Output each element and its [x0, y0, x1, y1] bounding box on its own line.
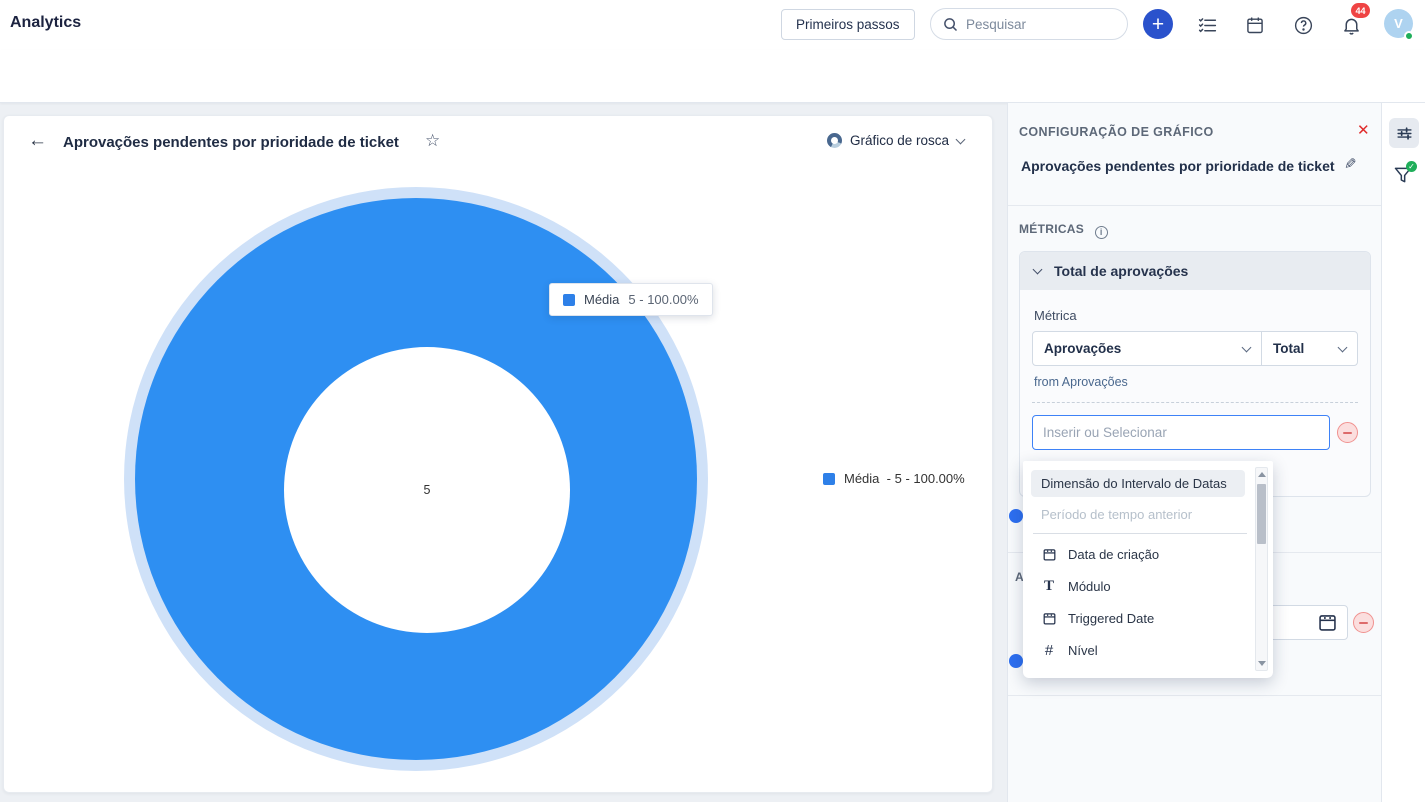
- scrollbar-thumb[interactable]: [1257, 484, 1266, 544]
- chevron-down-icon: [1241, 342, 1252, 352]
- chevron-down-icon: [1337, 342, 1348, 352]
- presence-status-dot: [1404, 31, 1414, 41]
- getting-started-button[interactable]: Primeiros passos: [781, 9, 915, 40]
- dropdown-item-label: Triggered Date: [1068, 610, 1155, 626]
- metric-aggregate-select[interactable]: Total: [1261, 331, 1358, 366]
- search-input[interactable]: [966, 16, 1096, 32]
- donut-selection-halo: 5: [124, 187, 708, 771]
- dropdown-item-nivel[interactable]: # Nível: [1023, 634, 1273, 666]
- tasks-icon[interactable]: [1195, 13, 1219, 37]
- dashed-divider: [1032, 402, 1358, 403]
- edit-pencil-icon[interactable]: ✎: [1344, 155, 1357, 173]
- chart-title: Aprovações pendentes por prioridade de t…: [63, 134, 399, 151]
- metric-field-label: Métrica: [1034, 308, 1077, 323]
- legend-value: - 5 - 100.00%: [886, 471, 965, 486]
- dropdown-scrollbar[interactable]: [1255, 467, 1268, 671]
- dropdown-item-label: Data de criação: [1068, 546, 1160, 562]
- collapse-chevron-icon: [1032, 264, 1043, 275]
- toolbar: Análises › Visão geral das aprovações Pr…: [0, 50, 1425, 144]
- dropdown-item-triggered-date[interactable]: Triggered Date: [1023, 602, 1273, 634]
- dimension-input[interactable]: [1032, 415, 1330, 450]
- add-metric-plus-icon[interactable]: [1009, 509, 1023, 523]
- remove-dimension-icon[interactable]: [1337, 422, 1358, 443]
- info-icon[interactable]: i: [1094, 225, 1108, 239]
- remove-field-icon[interactable]: [1353, 612, 1374, 633]
- dropdown-divider: [1033, 533, 1247, 534]
- chart-tooltip: Média 5 - 100.00%: [549, 283, 713, 316]
- text-icon: T: [1043, 577, 1054, 594]
- calendar-icon: [1317, 612, 1338, 633]
- number-icon: #: [1044, 641, 1054, 659]
- search-box[interactable]: [930, 8, 1128, 40]
- search-icon: [943, 17, 958, 32]
- metric-group-header[interactable]: Total de aprovações: [1020, 252, 1370, 290]
- app-title: Analytics: [10, 14, 82, 31]
- chart-card: ← Aprovações pendentes por prioridade de…: [3, 115, 993, 793]
- dimension-dropdown: Dimensão do Intervalo de Datas Período d…: [1023, 461, 1273, 678]
- chart-config-panel: CONFIGURAÇÃO DE GRÁFICO ✕ Aprovações pen…: [1007, 103, 1382, 802]
- dropdown-option-disabled: Período de tempo anterior: [1041, 507, 1193, 522]
- back-arrow-icon[interactable]: ←: [28, 130, 47, 152]
- metric-field-value: Aprovações: [1044, 341, 1122, 356]
- donut-center-value: 5: [423, 483, 431, 497]
- tooltip-series-swatch: [563, 293, 575, 306]
- top-header: Analytics Primeiros passos + 44 V: [0, 0, 1425, 50]
- config-panel-title: CONFIGURAÇÃO DE GRÁFICO: [1019, 125, 1214, 139]
- right-icon-rail: ✓: [1381, 103, 1425, 802]
- filter-applied-check-icon: ✓: [1406, 161, 1417, 172]
- favorite-star-icon[interactable]: ☆: [425, 131, 440, 151]
- create-new-button[interactable]: +: [1143, 9, 1173, 39]
- dropdown-item-data-de-criacao[interactable]: Data de criação: [1023, 538, 1273, 570]
- tooltip-series-label: Média: [584, 292, 620, 307]
- notification-count-badge: 44: [1351, 3, 1370, 18]
- calendar-icon: [1041, 610, 1057, 626]
- metric-field-select[interactable]: Aprovações: [1032, 331, 1262, 366]
- scroll-up-icon[interactable]: [1258, 472, 1266, 477]
- close-icon[interactable]: ✕: [1357, 121, 1370, 139]
- help-icon[interactable]: [1291, 13, 1315, 37]
- metric-group-title: Total de aprovações: [1054, 263, 1189, 279]
- chart-settings-sliders-icon[interactable]: [1389, 118, 1419, 148]
- metric-source-text: from Aprovações: [1034, 375, 1128, 389]
- scroll-down-icon[interactable]: [1258, 661, 1266, 666]
- metric-aggregate-value: Total: [1273, 341, 1305, 356]
- metrics-section-label: MÉTRICAS: [1019, 222, 1085, 236]
- calendar-icon: [1041, 546, 1057, 562]
- plus-icon: +: [1151, 12, 1165, 36]
- config-chart-name: Aprovações pendentes por prioridade de t…: [1021, 158, 1335, 174]
- dropdown-item-label: Nível: [1068, 642, 1098, 658]
- dropdown-option-highlighted[interactable]: Dimensão do Intervalo de Datas: [1031, 470, 1245, 497]
- chart-type-selector[interactable]: Gráfico de rosca: [826, 133, 966, 148]
- chart-type-label: Gráfico de rosca: [849, 133, 949, 148]
- add-field-plus-icon[interactable]: [1009, 654, 1023, 668]
- donut-chart-icon: [826, 133, 842, 148]
- section-divider: [1008, 695, 1382, 696]
- legend-series-label: Média: [844, 471, 880, 486]
- filter-funnel-icon[interactable]: ✓: [1393, 161, 1417, 187]
- legend-swatch: [823, 472, 835, 485]
- legend-item-media[interactable]: Média - 5 - 100.00%: [823, 471, 965, 486]
- tooltip-value: 5 - 100.00%: [628, 292, 699, 307]
- chevron-down-icon: [955, 134, 966, 144]
- donut-hole: 5: [284, 347, 570, 633]
- dropdown-item-label: Módulo: [1068, 578, 1111, 594]
- calendar-icon[interactable]: [1243, 13, 1267, 37]
- dropdown-item-modulo[interactable]: T Módulo: [1023, 570, 1273, 602]
- section-divider: [1008, 205, 1382, 206]
